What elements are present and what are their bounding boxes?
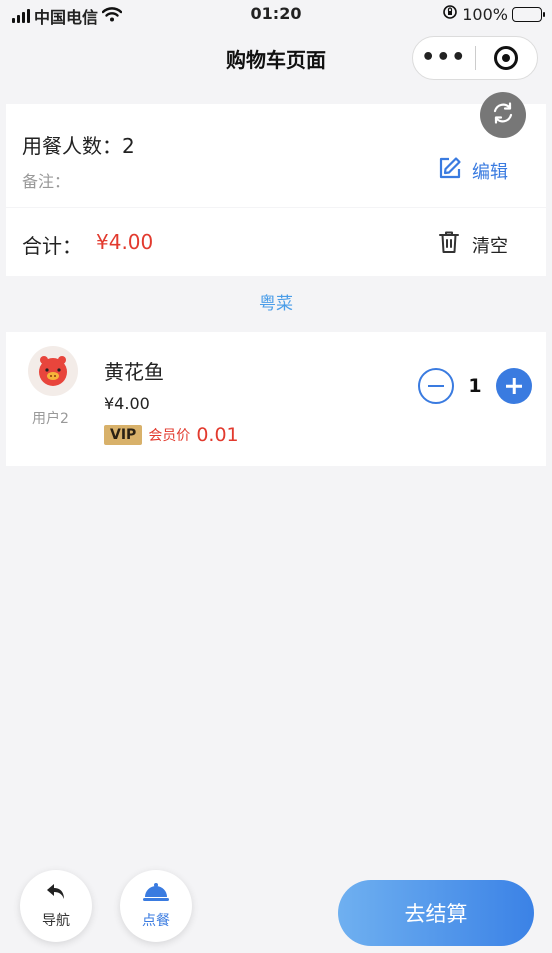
refresh-button[interactable] [480,92,526,138]
item-price: ¥4.00 [104,394,150,413]
vip-price-row: VIP 会员价 0.01 [104,424,239,446]
decrease-button[interactable] [418,368,454,404]
nav-button[interactable]: 导航 [20,870,92,942]
trash-icon [438,230,460,259]
increase-button[interactable] [496,368,532,404]
clear-label: 清空 [472,235,508,257]
order-label: 点餐 [142,913,170,929]
category-header: 粤菜 [6,277,546,331]
total-label: 合计： [22,234,82,258]
checkout-button[interactable]: 去结算 [338,880,534,946]
dish-cover-icon [142,882,170,906]
orientation-lock-icon [442,4,458,24]
more-icon[interactable]: ••• [413,36,475,80]
vip-label: 会员价 [148,428,191,444]
quantity-value: 1 [468,375,482,397]
diners-count: 用餐人数：2 [22,134,135,158]
target-icon [494,46,519,70]
minus-icon [428,384,444,388]
total-panel: 合计： ¥4.00 清空 [6,208,546,276]
battery-percent: 100% [462,4,508,24]
status-bar: 中国电信 01:20 100% [0,0,552,30]
nav-bar: 购物车页面 ••• [0,30,552,90]
edit-label: 编辑 [472,161,508,183]
battery-icon [512,6,545,22]
mini-program-capsule: ••• [412,36,538,80]
avatar [28,346,78,396]
back-arrow-icon [45,882,67,906]
order-note: 备注： [22,172,71,191]
status-right: 100% [442,4,545,24]
vip-badge: VIP [104,425,143,445]
edit-button[interactable]: 编辑 [438,156,508,185]
clear-cart-button[interactable]: 清空 [438,230,508,259]
quantity-stepper: 1 [418,368,532,404]
nav-label: 导航 [42,913,70,929]
refresh-icon [490,100,516,130]
category-name: 粤菜 [259,294,293,314]
item-name: 黄花鱼 [104,360,164,384]
close-target-button[interactable] [476,46,538,70]
order-button[interactable]: 点餐 [120,870,192,942]
order-info-panel: 用餐人数：2 备注： 编辑 [6,104,546,207]
cart-item: 用户2 黄花鱼 ¥4.00 VIP 会员价 0.01 1 [6,332,546,466]
pig-avatar-icon [39,356,67,386]
edit-icon [438,156,462,185]
user-label: 用户2 [32,411,69,427]
vip-price: 0.01 [196,424,239,446]
total-value: ¥4.00 [96,230,154,254]
